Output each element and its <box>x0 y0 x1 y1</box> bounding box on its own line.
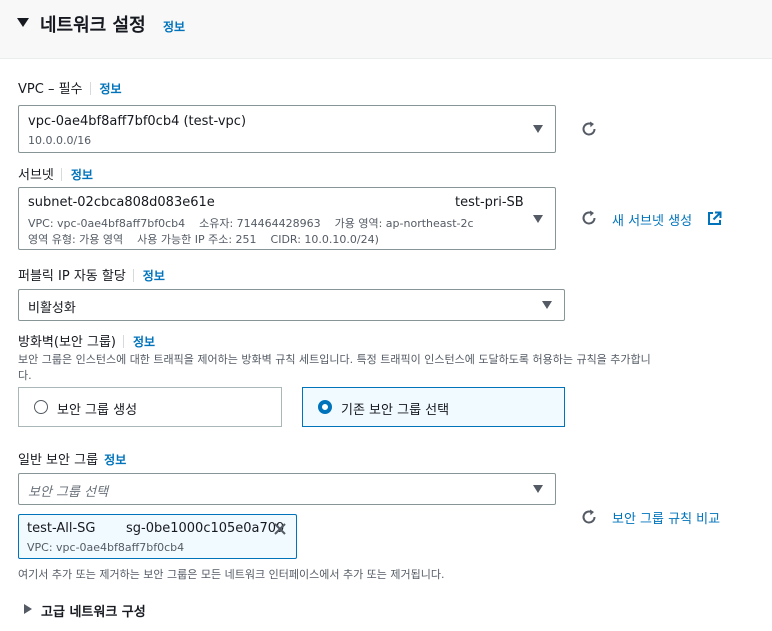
caret-right-icon[interactable] <box>24 604 32 614</box>
compare-rules-link[interactable]: 보안 그룹 규칙 비교 <box>612 508 720 527</box>
public-ip-label-row: 퍼블릭 IP 자동 할당 정보 <box>18 265 165 284</box>
firewall-info-link[interactable]: 정보 <box>133 335 155 349</box>
external-link-icon[interactable] <box>707 211 722 226</box>
vpc-info-link[interactable]: 정보 <box>100 82 122 96</box>
public-ip-value: 비활성화 <box>28 301 76 316</box>
divider <box>123 335 124 348</box>
subnet-detail-line1: VPC: vpc-0ae4bf8aff7bf0cb4 소유자: 71446442… <box>28 217 474 230</box>
subnet-name: test-pri-SB <box>455 195 524 210</box>
security-groups-label: 일반 보안 그룹 <box>18 453 99 468</box>
subnet-id: subnet-02cbca808d083e61e <box>28 195 215 210</box>
section-header[interactable]: 네트워크 설정 정보 <box>0 0 772 59</box>
radio-button[interactable] <box>34 400 48 414</box>
subnet-label: 서브넷 <box>18 168 54 183</box>
close-icon[interactable] <box>273 522 287 536</box>
radio-button-selected[interactable] <box>318 400 332 414</box>
public-ip-label: 퍼블릭 IP 자동 할당 <box>18 269 126 284</box>
public-ip-select[interactable]: 비활성화 <box>18 289 565 321</box>
advanced-network-config[interactable]: 고급 네트워크 구성 <box>41 601 146 620</box>
divider <box>89 82 91 95</box>
token-name: test-All-SG <box>27 521 96 536</box>
radio-create-security-group[interactable]: 보안 그룹 생성 <box>18 387 282 427</box>
firewall-description-line2: 다. <box>18 369 32 382</box>
divider <box>132 269 134 282</box>
vpc-label: VPC – 필수 <box>18 82 83 97</box>
section-info-link[interactable]: 정보 <box>163 18 185 35</box>
token-id: sg-0be1000c105e0a709 <box>126 521 285 536</box>
token-vpc: VPC: vpc-0ae4bf8aff7bf0cb4 <box>27 541 185 554</box>
vpc-label-row: VPC – 필수 정보 <box>18 78 122 97</box>
caret-down-icon[interactable] <box>17 18 29 27</box>
security-groups-info-link[interactable]: 정보 <box>104 453 126 467</box>
security-group-token: test-All-SG sg-0be1000c105e0a709 VPC: vp… <box>18 514 297 559</box>
firewall-label: 방화벽(보안 그룹) <box>18 335 116 350</box>
subnet-info-link[interactable]: 정보 <box>71 168 93 182</box>
security-groups-label-row: 일반 보안 그룹 정보 <box>18 449 126 468</box>
public-ip-info-link[interactable]: 정보 <box>143 269 165 283</box>
caret-down-icon <box>542 301 552 309</box>
vpc-select[interactable]: vpc-0ae4bf8aff7bf0cb4 (test-vpc) 10.0.0.… <box>18 105 556 153</box>
vpc-select-cidr: 10.0.0.0/16 <box>28 134 92 147</box>
section-title: 네트워크 설정 <box>40 15 146 36</box>
radio-existing-label: 기존 보안 그룹 선택 <box>341 403 450 418</box>
caret-down-icon <box>533 125 543 133</box>
subnet-select[interactable]: subnet-02cbca808d083e61e test-pri-SB VPC… <box>18 187 556 250</box>
radio-select-existing-group[interactable]: 기존 보안 그룹 선택 <box>302 387 565 427</box>
subnet-label-row: 서브넷 정보 <box>18 164 93 183</box>
firewall-label-row: 방화벽(보안 그룹) 정보 <box>18 331 155 350</box>
radio-create-label: 보안 그룹 생성 <box>57 403 138 418</box>
caret-down-icon <box>533 215 543 223</box>
create-subnet-link[interactable]: 새 서브넷 생성 <box>612 210 692 229</box>
refresh-icon[interactable] <box>580 508 598 526</box>
caret-down-icon <box>533 485 543 493</box>
divider <box>60 168 62 181</box>
vpc-select-value: vpc-0ae4bf8aff7bf0cb4 (test-vpc) <box>28 114 247 129</box>
security-group-select[interactable]: 보안 그룹 선택 <box>18 473 556 505</box>
refresh-icon[interactable] <box>580 209 598 227</box>
security-groups-note: 여기서 추가 또는 제거하는 보안 그룹은 모든 네트워크 인터페이스에서 추가… <box>18 568 445 581</box>
security-group-placeholder: 보안 그룹 선택 <box>28 485 109 500</box>
firewall-description-line1: 보안 그룹은 인스턴스에 대한 트래픽을 제어하는 방화벽 규칙 세트입니다. … <box>18 353 651 366</box>
refresh-icon[interactable] <box>580 120 598 138</box>
subnet-detail-line2: 영역 유형: 가용 영역 사용 가능한 IP 주소: 251 CIDR: 10.… <box>28 233 379 246</box>
